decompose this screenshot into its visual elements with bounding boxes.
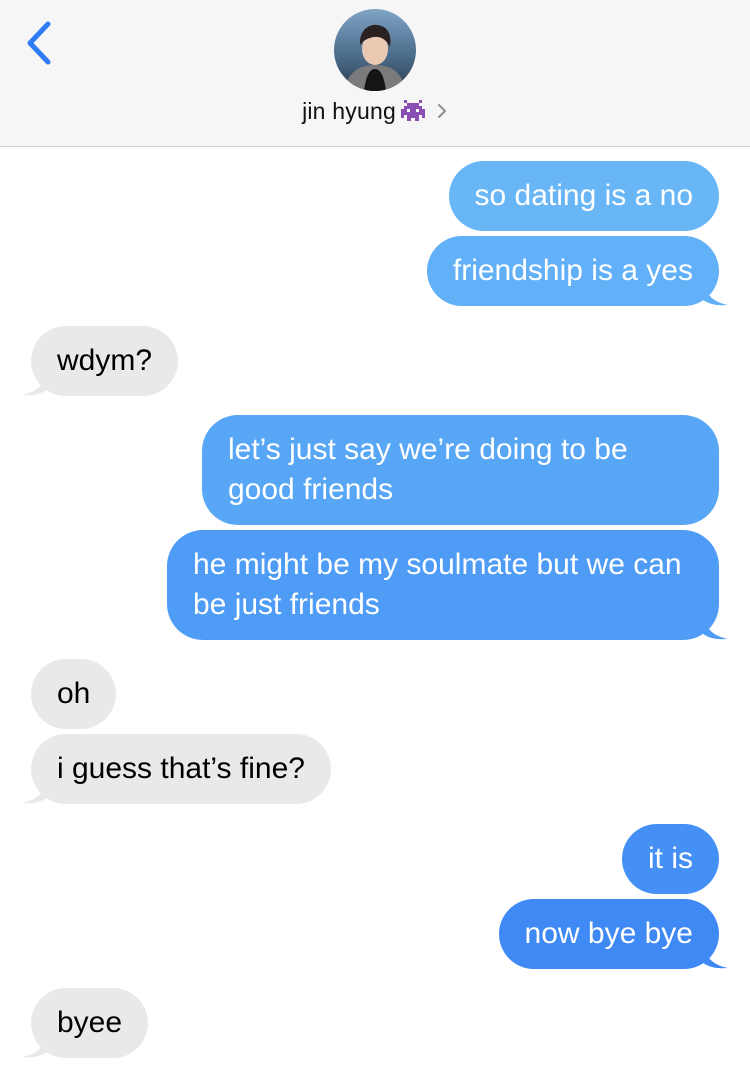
message-text: he might be my soulmate but we can be ju… [193,548,682,621]
avatar-photo [334,9,416,91]
message-text: wdym? [57,344,153,377]
message-text: friendship is a yes [452,254,693,287]
message-text: let’s just say we’re doing to be good fr… [228,433,628,506]
contact-name: jin hyung [302,97,396,124]
contact-name-row[interactable]: jin hyung [0,94,750,128]
received-message[interactable]: wdym? [22,326,179,396]
chevron-right-icon [436,101,448,121]
alien-monster-icon [398,98,428,124]
chevron-left-icon [27,21,51,65]
contact-avatar[interactable] [334,9,416,91]
bubble-tail [702,280,728,306]
received-message[interactable]: oh [31,659,117,729]
message-text: i guess that’s fine? [57,752,305,785]
sent-message[interactable]: now bye bye [498,899,728,969]
message-text: it is [648,842,693,875]
message-text: now bye bye [524,917,693,950]
sent-message[interactable]: it is [622,824,719,894]
sent-message[interactable]: so dating is a no [448,161,719,231]
received-message[interactable]: i guess that’s fine? [22,734,331,804]
back-button[interactable] [22,20,58,66]
bubble-tail [702,943,728,969]
bubble-tail [22,778,48,804]
bubble-tail [22,1032,48,1058]
bubble-tail [22,370,48,396]
sent-message[interactable]: let’s just say we’re doing to be good fr… [202,415,719,525]
message-text: oh [57,677,91,710]
bubble-tail [702,614,728,640]
sent-message[interactable]: he might be my soulmate but we can be ju… [167,530,728,640]
received-message[interactable]: byee [22,988,149,1058]
conversation-header: jin hyung [0,0,750,147]
message-text: so dating is a no [474,179,693,212]
message-text: byee [57,1006,123,1039]
sent-message[interactable]: friendship is a yes [426,236,728,306]
